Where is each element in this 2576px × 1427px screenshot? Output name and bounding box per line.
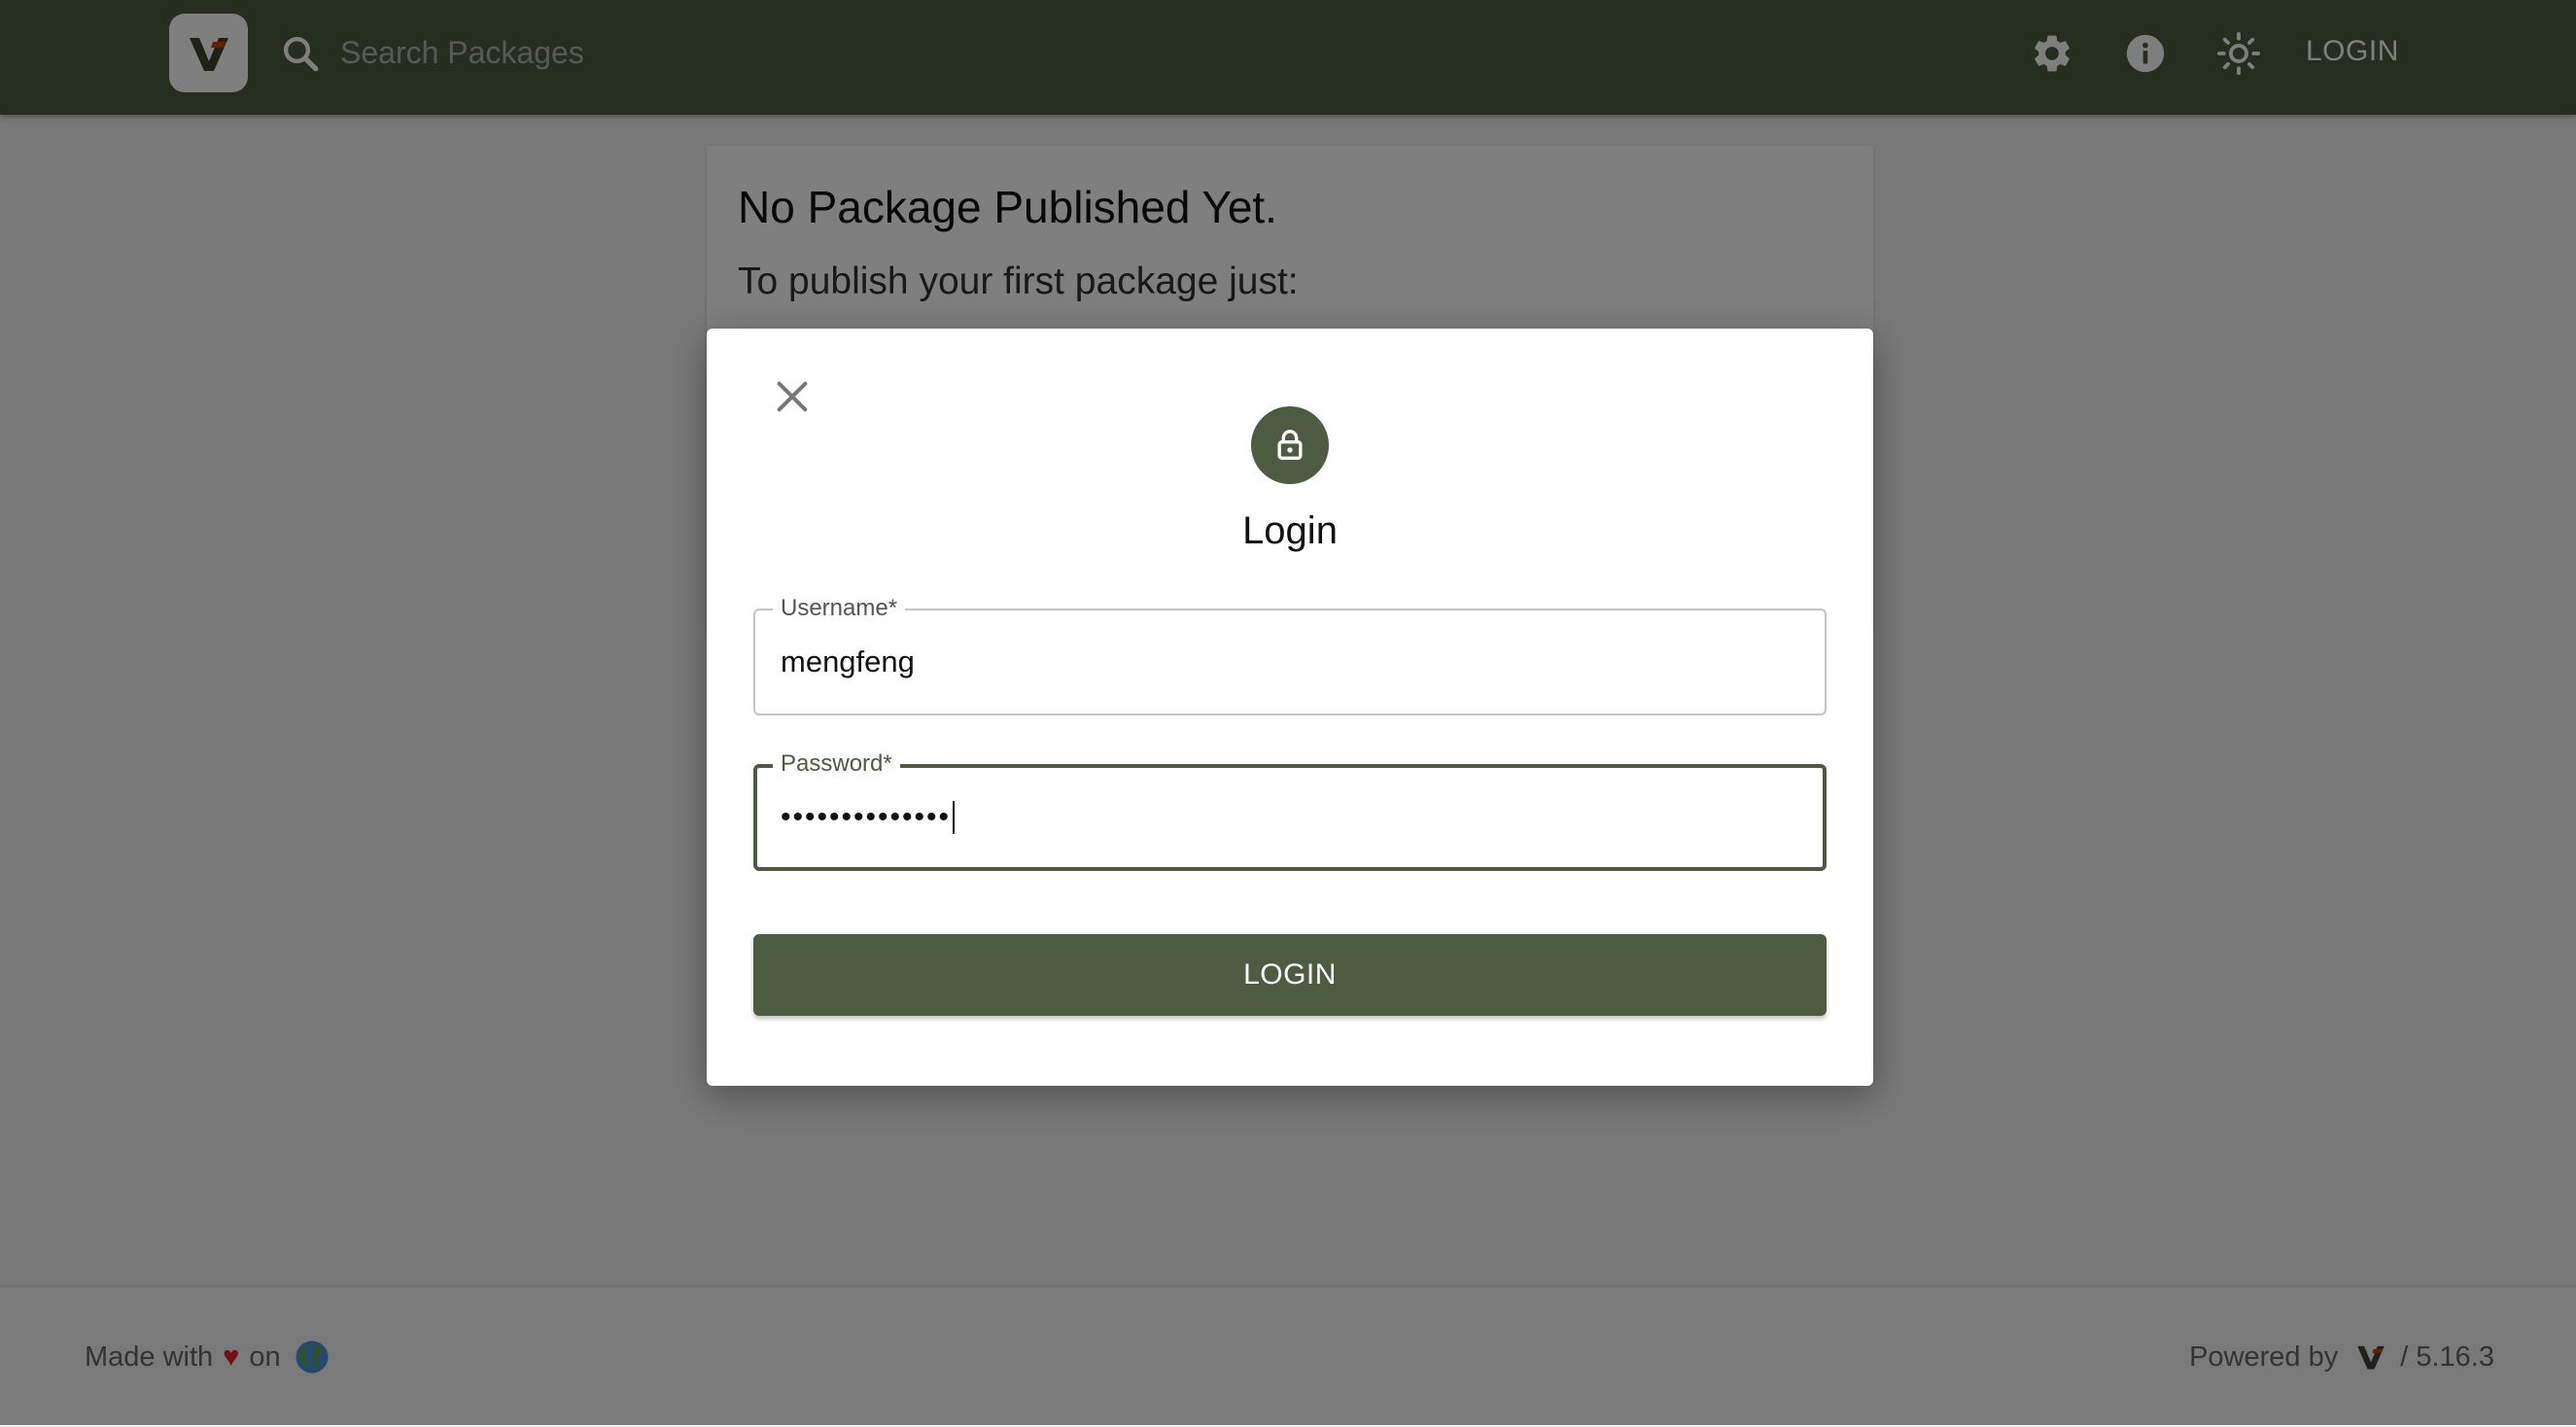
login-submit-button[interactable]: LOGIN (753, 934, 1827, 1016)
password-masked-text: •••••••••••••• (781, 801, 952, 833)
password-field[interactable]: Password* •••••••••••••• (753, 750, 1827, 871)
username-field[interactable]: Username* mengfeng (753, 595, 1827, 715)
login-dialog: Login Username* mengfeng Password* •••••… (707, 329, 1873, 1086)
lock-icon (1277, 430, 1303, 460)
close-icon[interactable] (773, 377, 812, 416)
text-caret (953, 801, 956, 834)
username-value[interactable]: mengfeng (781, 610, 915, 714)
password-value[interactable]: •••••••••••••• (781, 768, 956, 867)
dialog-title: Login (1242, 509, 1338, 552)
lock-avatar (1251, 406, 1329, 484)
